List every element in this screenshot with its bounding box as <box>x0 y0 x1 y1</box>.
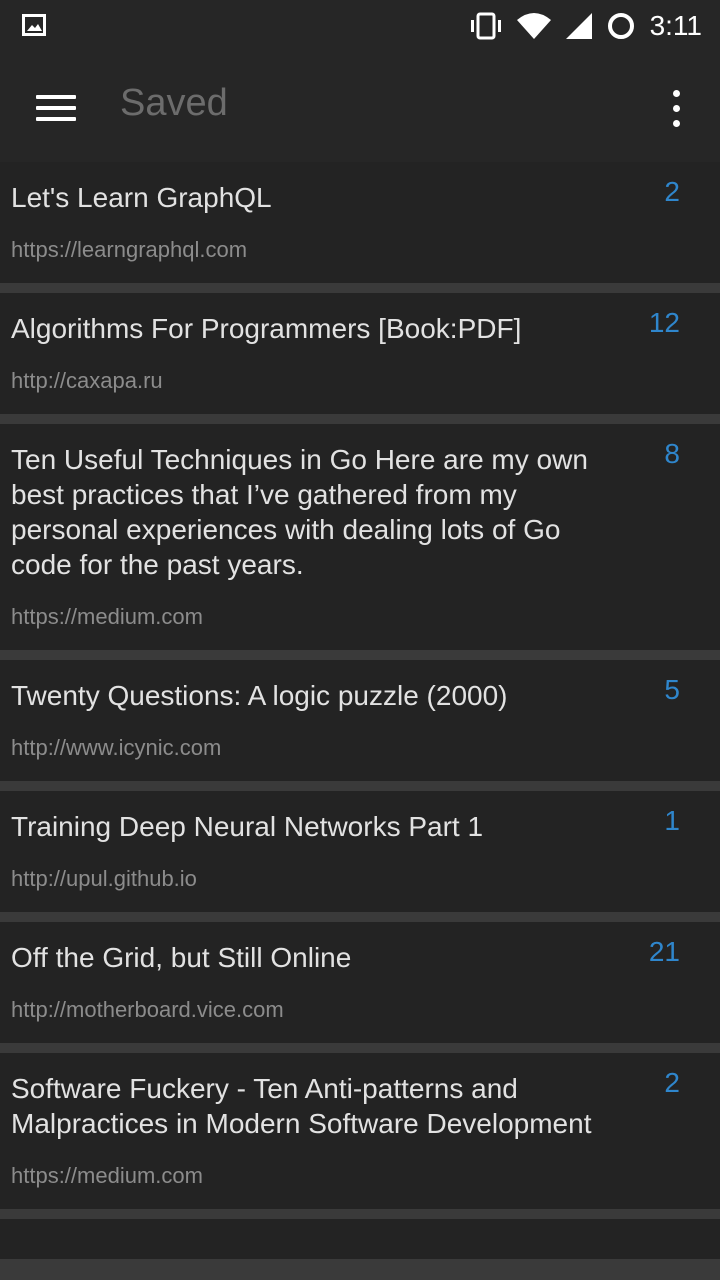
item-url: https://medium.com <box>11 604 203 629</box>
item-count[interactable]: 5 <box>620 674 680 706</box>
list-item[interactable]: Algorithms For Programmers [Book:PDF] ht… <box>0 293 720 414</box>
item-count[interactable]: 8 <box>620 438 680 470</box>
item-url: https://medium.com <box>11 1163 203 1188</box>
status-bar: 3:11 <box>0 0 720 52</box>
item-url: http://caxapa.ru <box>11 368 163 393</box>
item-count[interactable]: 12 <box>620 307 680 339</box>
list-item[interactable]: Ten Useful Techniques in Go Here are my … <box>0 424 720 650</box>
item-url: http://www.icynic.com <box>11 735 222 760</box>
page-title: Saved <box>120 82 228 124</box>
item-title: Off the Grid, but Still Online <box>11 942 352 973</box>
hamburger-menu-icon[interactable] <box>24 85 88 131</box>
cell-signal-icon <box>564 12 594 40</box>
item-count[interactable]: 2 <box>620 176 680 208</box>
item-url: http://motherboard.vice.com <box>11 997 284 1022</box>
item-url: http://upul.github.io <box>11 866 197 891</box>
item-title: Let's Learn GraphQL <box>11 182 272 213</box>
more-vert-icon[interactable] <box>656 84 696 134</box>
item-title: Software Fuckery - Ten Anti-patterns and… <box>11 1073 592 1139</box>
list-item[interactable]: Let's Learn GraphQL https://learngraphql… <box>0 162 720 283</box>
item-count[interactable]: 1 <box>620 805 680 837</box>
item-count[interactable]: 21 <box>620 936 680 968</box>
item-title: Training Deep Neural Networks Part 1 <box>11 811 484 842</box>
item-title: Algorithms For Programmers [Book:PDF] <box>11 313 522 344</box>
item-count[interactable]: 2 <box>620 1067 680 1099</box>
list-item[interactable]: Software Fuckery - Ten Anti-patterns and… <box>0 1053 720 1209</box>
item-title: Ten Useful Techniques in Go Here are my … <box>11 444 588 580</box>
image-notification-icon <box>22 14 48 36</box>
saved-list[interactable]: Let's Learn GraphQL https://learngraphql… <box>0 162 720 1280</box>
list-item[interactable]: Off the Grid, but Still Online http://mo… <box>0 922 720 1043</box>
battery-icon <box>606 11 636 41</box>
status-time: 3:11 <box>649 10 702 41</box>
item-title: Twenty Questions: A logic puzzle (2000) <box>11 680 508 711</box>
item-url: https://learngraphql.com <box>11 237 248 262</box>
list-item[interactable]: Twenty Questions: A logic puzzle (2000) … <box>0 660 720 781</box>
app-bar: Saved <box>0 52 720 162</box>
list-item-partial[interactable] <box>0 1219 720 1259</box>
list-item[interactable]: Training Deep Neural Networks Part 1 htt… <box>0 791 720 912</box>
wifi-icon <box>516 12 552 40</box>
vibrate-icon <box>468 12 504 40</box>
